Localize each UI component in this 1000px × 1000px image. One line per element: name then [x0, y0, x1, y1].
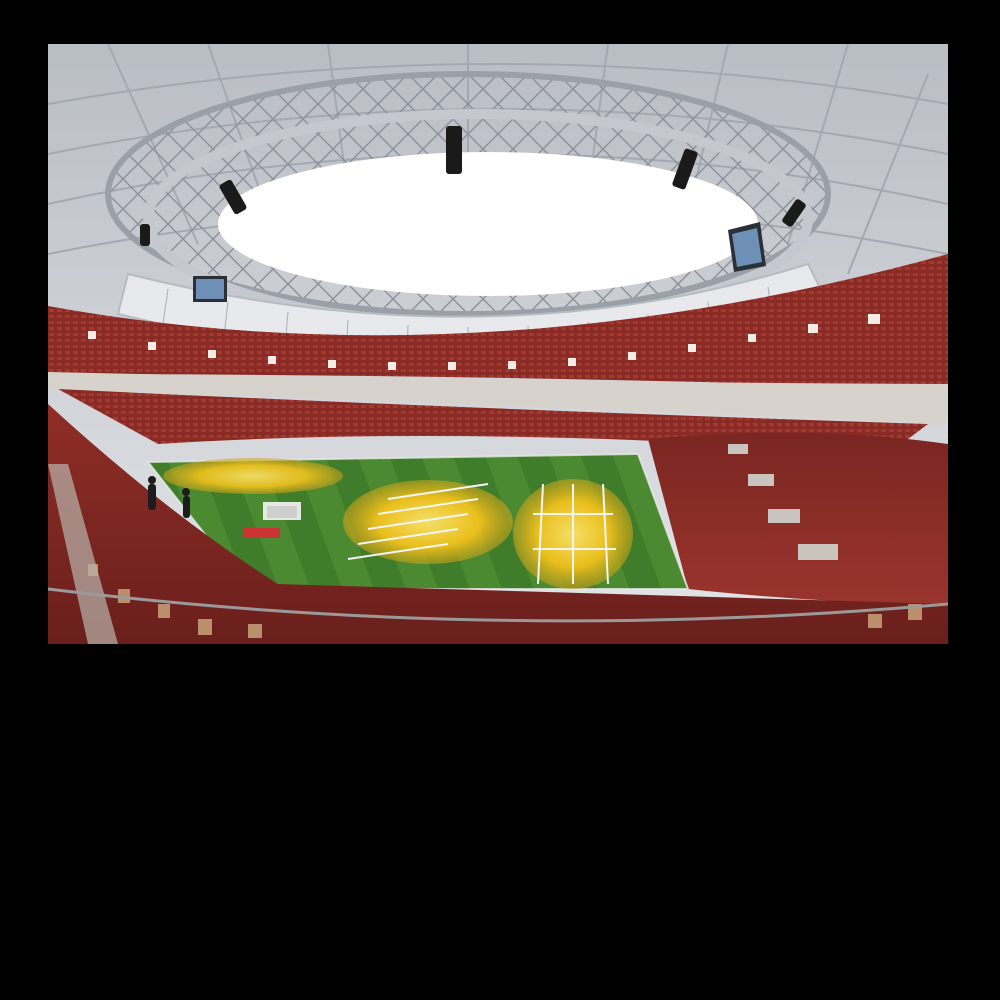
dugout — [244, 528, 280, 538]
stadium-illustration — [48, 44, 948, 644]
page — [0, 0, 1000, 1000]
goal — [263, 502, 301, 520]
stadium-photo — [48, 44, 948, 644]
grow-light-glow — [163, 458, 343, 494]
video-screen-left — [193, 276, 227, 302]
video-screen-right — [728, 222, 766, 272]
